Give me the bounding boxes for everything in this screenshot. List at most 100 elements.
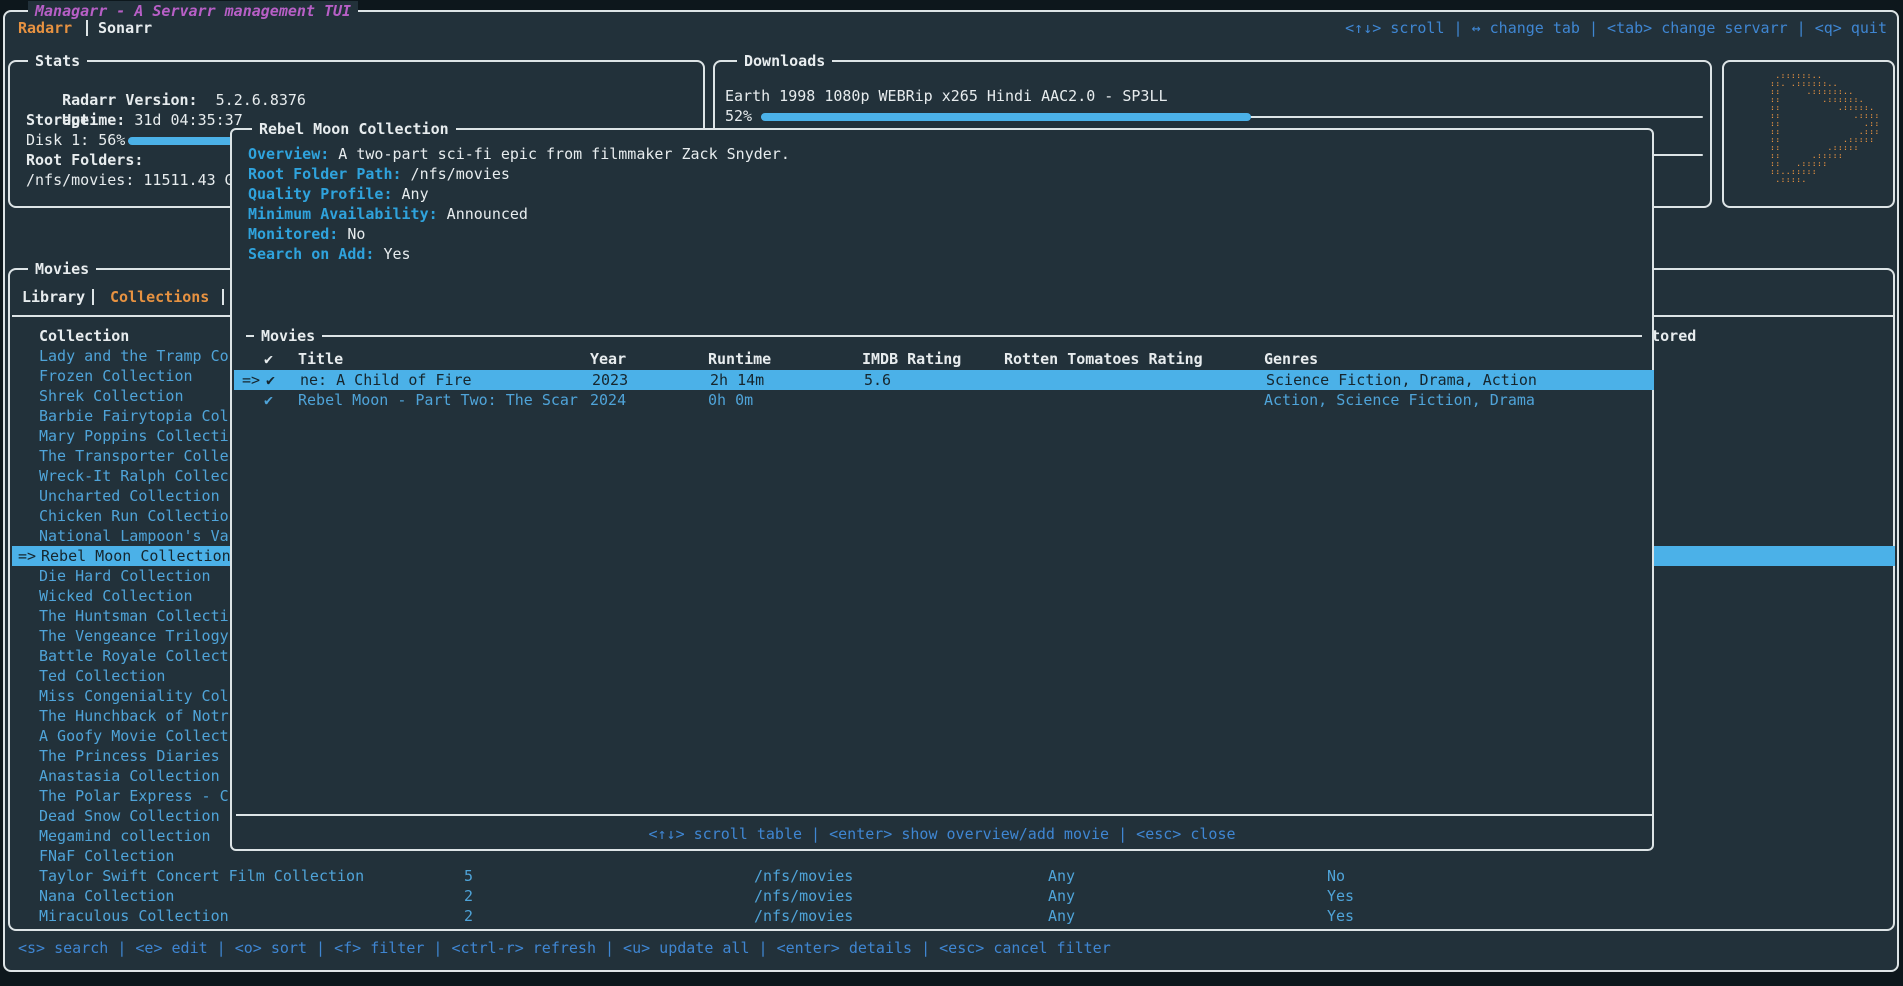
movie-row[interactable]: => ✔ ne: A Child of Fire 2023 2h 14m 5.6 Scien… [234,370,1654,390]
collection-details-modal: Rebel Moon Collection Overview: A two-pa… [230,128,1654,851]
monitored-value: Yes [1327,906,1354,926]
collection-name: Battle Royale Collect [39,646,229,666]
movie-row[interactable]: ✔ Rebel Moon - Part Two: The Scar 2024 0h 0… [232,390,1652,410]
collection-name: The Hunchback of Notr [39,706,229,726]
bottom-keybinds: <s> search | <e> edit | <o> sort | <f> f… [18,938,1111,958]
genres-header: Genres [1264,349,1318,369]
collection-name: Lady and the Tramp Co [39,346,229,366]
movie-year: 2024 [590,390,626,410]
field-label: Search on Add: [248,245,374,263]
movie-title: Rebel Moon - Part Two: The Scar [298,390,578,410]
collection-name: Barbie Fairytopia Col [39,406,229,426]
rotten-tomatoes-header: Rotten Tomatoes Rating [1004,349,1203,369]
field-value: Yes [374,245,410,263]
collection-name: Wicked Collection [39,586,193,606]
movies-subpanel-title: Movies [254,326,322,346]
root-folder-path: /nfs/movies [754,906,853,926]
collection-name: Megamind collection [39,826,211,846]
tab-library[interactable]: Library [22,287,85,307]
movie-genres: Action, Science Fiction, Drama [1264,390,1535,410]
movie-runtime: 0h 0m [708,390,753,410]
monitored-value: Yes [1327,886,1354,906]
selected-row-arrow: => [18,546,36,566]
storage-label: Storage: [26,110,98,130]
tab-collections[interactable]: Collections [110,287,209,307]
movie-imdb-rating: 5.6 [864,370,891,390]
download-item-name: Earth 1998 1080p WEBRip x265 Hindi AAC2.… [725,86,1168,106]
movie-title: ne: A Child of Fire [300,370,472,390]
collection-field: Root Folder Path: /nfs/movies [248,164,510,184]
collection-name: National Lampoon's Va [39,526,229,546]
collection-name: Uncharted Collection [39,486,220,506]
collection-field: Overview: A two-part sci-fi epic from fi… [248,144,790,164]
collection-name: Wreck-It Ralph Collec [39,466,229,486]
quality-profile: Any [1048,866,1075,886]
collection-row[interactable]: Nana Collection 2/nfs/movies Any Yes [10,886,1893,906]
logo-panel: .::::::.. ::. .::::::.. :: .::::::.. :: … [1722,60,1895,208]
field-value: Any [393,185,429,203]
quality-profile: Any [1048,906,1075,926]
monitored-check-icon: ✔ [266,370,275,390]
collection-name: Mary Poppins Collecti [39,426,229,446]
number-of-movies: 2 [464,906,473,926]
root-folder-path: /nfs/movies [754,886,853,906]
collection-name: Chicken Run Collectio [39,506,229,526]
disk-usage-label: Disk 1: 56% [26,130,125,150]
download-gauge [761,116,1703,118]
title-header: Title [298,349,343,369]
monitored-check-header: ✔ [264,349,273,369]
collection-name: Ted Collection [39,666,165,686]
tab-divider [92,289,94,305]
managarr-logo-icon: .::::::.. ::. .::::::.. :: .::::::.. :: … [1760,72,1880,184]
collection-name: Dead Snow Collection [39,806,220,826]
collection-field: Minimum Availability: Announced [248,204,528,224]
collection-name: The Huntsman Collecti [39,606,229,626]
field-value: /nfs/movies [402,165,510,183]
tab-sonarr[interactable]: Sonarr [98,18,152,38]
top-keybinds: <↑↓> scroll | ↔ change tab | <tab> chang… [1345,18,1887,38]
collection-name: Miraculous Collection [39,906,229,926]
imdb-rating-header: IMDB Rating [862,349,961,369]
collection-name: Anastasia Collection [39,766,220,786]
field-label: Minimum Availability: [248,205,438,223]
collection-field: Monitored: No [248,224,365,244]
collection-name: Rebel Moon Collection [41,546,231,566]
collection-name: Taylor Swift Concert Film Collection [39,866,364,886]
tab-divider [86,20,88,36]
root-folder-value: /nfs/movies: 11511.43 GB [26,170,243,190]
selected-row-arrow: => [242,370,260,390]
collection-name: Miss Congeniality Col [39,686,229,706]
collection-row[interactable]: Miraculous Collection 2/nfs/movies Any Yes [10,906,1893,926]
collection-name: FNaF Collection [39,846,174,866]
collection-name: A Goofy Movie Collect [39,726,229,746]
modal-footer-separator [236,814,1652,816]
movie-year: 2023 [592,370,628,390]
field-label: Overview: [248,145,329,163]
collection-name: Nana Collection [39,886,174,906]
monitored-value: No [1327,866,1345,886]
collection-name: The Princess Diaries [39,746,220,766]
root-folders-label: Root Folders: [26,150,143,170]
movie-genres: Science Fiction, Drama, Action [1266,370,1537,390]
modal-title: Rebel Moon Collection [252,119,456,139]
field-label: Monitored: [248,225,338,243]
monitored-check-icon: ✔ [264,390,273,410]
runtime-header: Runtime [708,349,771,369]
collection-name: The Vengeance Trilogy [39,626,229,646]
field-label: Root Folder Path: [248,165,402,183]
collection-field: Search on Add: Yes [248,244,411,264]
tab-radarr[interactable]: Radarr [18,18,72,38]
movie-runtime: 2h 14m [710,370,764,390]
downloads-title: Downloads [737,51,832,71]
collection-name: The Transporter Colle [39,446,229,466]
modal-keybinds: <↑↓> scroll table | <enter> show overvie… [232,824,1652,844]
quality-profile: Any [1048,886,1075,906]
number-of-movies: 2 [464,886,473,906]
collection-name: The Polar Express - C [39,786,229,806]
collection-name: Frozen Collection [39,366,193,386]
collection-name: Shrek Collection [39,386,184,406]
root-folder-path: /nfs/movies [754,866,853,886]
year-header: Year [590,349,626,369]
tab-divider [222,289,224,305]
collection-row[interactable]: Taylor Swift Concert Film Collection5/nf… [10,866,1893,886]
